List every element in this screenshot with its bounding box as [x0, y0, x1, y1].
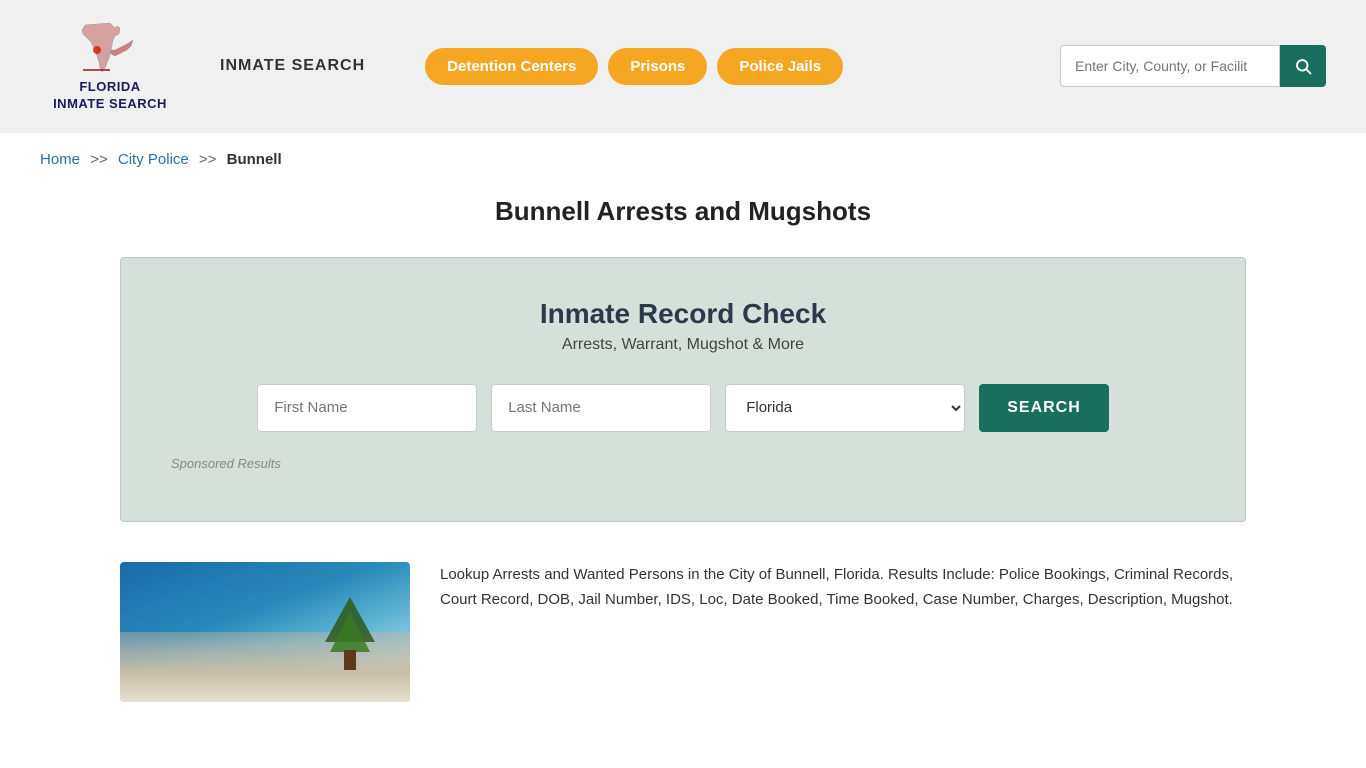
sponsored-results: Sponsored Results — [171, 456, 1195, 471]
state-select[interactable]: AlabamaAlaskaArizonaArkansasCaliforniaCo… — [725, 384, 965, 432]
page-title-section: Bunnell Arrests and Mugshots — [0, 186, 1366, 247]
bottom-section: Lookup Arrests and Wanted Persons in the… — [0, 542, 1366, 742]
facility-search-button[interactable] — [1280, 45, 1326, 87]
breadcrumb-separator-2: >> — [199, 151, 217, 168]
police-jails-button[interactable]: Police Jails — [717, 48, 843, 85]
bunnell-image — [120, 562, 410, 702]
prisons-button[interactable]: Prisons — [608, 48, 707, 85]
record-search-button[interactable]: SEARCH — [979, 384, 1109, 432]
logo-area: FLORIDA INMATE SEARCH — [40, 20, 180, 113]
record-check-subtitle: Arrests, Warrant, Mugshot & More — [171, 336, 1195, 354]
first-name-input[interactable] — [257, 384, 477, 432]
last-name-input[interactable] — [491, 384, 711, 432]
tree-icon — [320, 592, 380, 672]
breadcrumb-city-police[interactable]: City Police — [118, 151, 189, 168]
breadcrumb: Home >> City Police >> Bunnell — [0, 133, 1366, 186]
nav-buttons: Detention Centers Prisons Police Jails — [425, 48, 1030, 85]
description-text: Lookup Arrests and Wanted Persons in the… — [440, 562, 1246, 613]
search-icon — [1294, 57, 1312, 75]
record-check-heading: Inmate Record Check — [171, 298, 1195, 330]
detention-centers-button[interactable]: Detention Centers — [425, 48, 598, 85]
breadcrumb-home[interactable]: Home — [40, 151, 80, 168]
facility-search-input[interactable] — [1060, 45, 1280, 87]
breadcrumb-separator-1: >> — [90, 151, 108, 168]
logo-text: FLORIDA INMATE SEARCH — [53, 79, 167, 113]
breadcrumb-current: Bunnell — [227, 151, 282, 168]
header: FLORIDA INMATE SEARCH INMATE SEARCH Dete… — [0, 0, 1366, 133]
florida-map-icon — [75, 20, 145, 75]
record-check-box: Inmate Record Check Arrests, Warrant, Mu… — [120, 257, 1246, 522]
inmate-search-label: INMATE SEARCH — [220, 57, 365, 75]
page-title: Bunnell Arrests and Mugshots — [40, 196, 1326, 227]
header-search-bar — [1060, 45, 1326, 87]
record-search-form: AlabamaAlaskaArizonaArkansasCaliforniaCo… — [171, 384, 1195, 432]
